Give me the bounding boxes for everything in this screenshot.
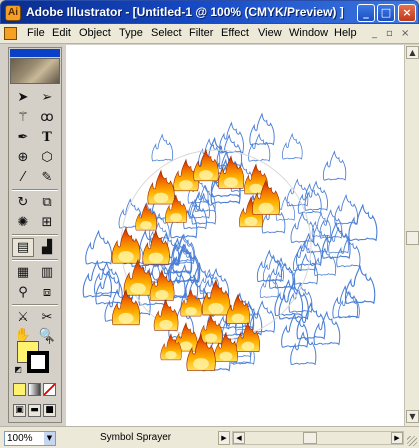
scroll-down-arrow-icon[interactable]: ▼ bbox=[406, 410, 419, 423]
fire-flame-symbol bbox=[111, 227, 141, 264]
gradient-icon[interactable]: ▥ bbox=[36, 263, 58, 282]
horizontal-scroll-thumb[interactable] bbox=[303, 432, 317, 444]
free-transform-icon[interactable]: ⊞ bbox=[36, 213, 58, 232]
close-button[interactable]: × bbox=[398, 4, 416, 22]
title-bar: Ai Adobe Illustrator - [Untitled-1 @ 100… bbox=[0, 0, 419, 24]
menu-file[interactable]: File bbox=[27, 27, 45, 39]
status-tool-name: Symbol Sprayer bbox=[100, 432, 172, 443]
line-segment-icon[interactable]: ⊕ bbox=[12, 148, 34, 167]
zoom-level-field[interactable]: 100% ▼ bbox=[4, 431, 56, 446]
status-menu-arrow-icon[interactable]: ▶ bbox=[218, 431, 230, 445]
scroll-left-arrow-icon[interactable]: ◀ bbox=[233, 432, 245, 444]
menu-type[interactable]: Type bbox=[119, 27, 143, 39]
toolbox-panel: ➤ ➢ ⚚ ꝏ ✒ T ⊕ ⬡ ⁄ ✎ ↻ ⧉ ✺ ⊞ ▤ ▟ ▦ ▥ ⚲ ⧈ … bbox=[8, 47, 62, 423]
resize-grip-icon[interactable] bbox=[407, 436, 417, 446]
window-title: Adobe Illustrator - [Untitled-1 @ 100% (… bbox=[26, 5, 344, 19]
rotate-icon[interactable]: ↻ bbox=[12, 193, 34, 212]
menu-view[interactable]: View bbox=[258, 27, 282, 39]
scale-icon[interactable]: ⧉ bbox=[36, 193, 58, 212]
document-restore-button[interactable]: ▫ bbox=[386, 28, 393, 39]
illustrator-app-icon[interactable]: Ai bbox=[5, 5, 21, 21]
ellipse-icon[interactable]: ⬡ bbox=[36, 148, 58, 167]
toolbox-divider bbox=[12, 304, 58, 306]
none-mode-icon[interactable] bbox=[43, 383, 56, 396]
outline-flame-symbol bbox=[82, 260, 113, 298]
column-graph-icon[interactable]: ▟ bbox=[36, 238, 58, 257]
outline-flame-symbol bbox=[85, 230, 113, 265]
outline-flame-symbol bbox=[304, 181, 328, 211]
document-minimize-button[interactable]: _ bbox=[372, 28, 377, 39]
scroll-up-arrow-icon[interactable]: ▲ bbox=[406, 46, 419, 59]
blend-icon[interactable]: ⧈ bbox=[36, 283, 58, 302]
menu-select[interactable]: Select bbox=[151, 27, 182, 39]
outline-flame-symbol bbox=[281, 313, 309, 348]
artboard[interactable] bbox=[66, 45, 404, 426]
vertical-scroll-thumb[interactable] bbox=[406, 231, 419, 245]
outline-flame-symbol bbox=[296, 302, 326, 340]
outline-flame-symbol bbox=[93, 262, 120, 295]
symbol-sprayer-icon[interactable]: ▤ bbox=[12, 238, 34, 257]
outline-flame-symbol bbox=[249, 113, 275, 146]
menu-edit[interactable]: Edit bbox=[52, 27, 71, 39]
mesh-icon[interactable]: ▦ bbox=[12, 263, 34, 282]
menu-filter[interactable]: Filter bbox=[189, 27, 213, 39]
fire-flame-symbol bbox=[225, 293, 251, 325]
full-screen-menu-mode-icon[interactable]: ▬ bbox=[28, 404, 41, 417]
eyedropper-icon[interactable]: ⚲ bbox=[12, 283, 34, 302]
outline-flame-symbol bbox=[344, 265, 376, 304]
status-bar: 100% ▼ Symbol Sprayer ▶ ◀ ▶ bbox=[0, 426, 419, 448]
toolbox-title-bar[interactable] bbox=[10, 49, 60, 57]
outline-flame-symbol bbox=[151, 134, 174, 162]
scissors-icon[interactable]: ✂ bbox=[36, 308, 58, 327]
slice-icon[interactable]: ⚔ bbox=[12, 308, 34, 327]
default-colors-icon[interactable]: ◩ bbox=[12, 364, 24, 376]
outline-flame-symbol bbox=[328, 227, 349, 254]
fire-flame-symbol bbox=[193, 149, 219, 182]
direct-select-arrow-icon[interactable]: ➢ bbox=[36, 88, 58, 107]
fire-flame-symbol bbox=[180, 289, 203, 317]
toolbox-banner-image bbox=[10, 58, 60, 84]
menu-effect[interactable]: Effect bbox=[221, 27, 249, 39]
symbol-instances-artwork[interactable] bbox=[66, 45, 404, 426]
magic-wand-icon[interactable]: ⚚ bbox=[12, 108, 34, 127]
type-icon[interactable]: T bbox=[36, 128, 58, 147]
paintbrush-icon[interactable]: ⁄ bbox=[12, 168, 34, 187]
fire-flame-symbol bbox=[135, 203, 158, 231]
gradient-mode-icon[interactable] bbox=[28, 383, 41, 396]
toolbox-divider bbox=[12, 259, 58, 261]
menu-window[interactable]: Window bbox=[289, 27, 328, 39]
fire-flame-symbol bbox=[217, 155, 245, 189]
warp-icon[interactable]: ✺ bbox=[12, 213, 34, 232]
minimize-button[interactable]: _ bbox=[357, 4, 375, 22]
menu-bar: File Edit Object Type Select Filter Effe… bbox=[0, 24, 419, 44]
toolbox-divider bbox=[12, 189, 58, 191]
swap-fill-stroke-icon[interactable]: ↰ bbox=[41, 336, 55, 348]
maximize-button[interactable]: □ bbox=[377, 4, 395, 22]
outline-flame-symbol bbox=[322, 151, 347, 181]
outline-flame-symbol bbox=[319, 209, 343, 239]
outline-flame-symbol bbox=[282, 133, 303, 160]
menu-help[interactable]: Help bbox=[334, 27, 357, 39]
fire-flame-symbol bbox=[153, 299, 179, 331]
toolbox-divider bbox=[12, 234, 58, 236]
document-menu-icon[interactable] bbox=[4, 27, 17, 40]
chevron-down-icon[interactable]: ▼ bbox=[44, 432, 55, 445]
pen-icon[interactable]: ✒ bbox=[12, 128, 34, 147]
pencil-icon[interactable]: ✎ bbox=[36, 168, 58, 187]
stroke-color-swatch[interactable] bbox=[27, 351, 49, 373]
menu-object[interactable]: Object bbox=[79, 27, 111, 39]
lasso-icon[interactable]: ꝏ bbox=[36, 108, 58, 127]
full-screen-mode-icon[interactable]: ■ bbox=[43, 404, 56, 417]
selection-arrow-icon[interactable]: ➤ bbox=[12, 88, 34, 107]
scroll-right-arrow-icon[interactable]: ▶ bbox=[391, 432, 403, 444]
standard-screen-mode-icon[interactable]: ▣ bbox=[13, 404, 26, 417]
fire-flame-symbol bbox=[199, 314, 223, 344]
vertical-scrollbar[interactable]: ▲ ▼ bbox=[404, 45, 419, 426]
color-mode-icon[interactable] bbox=[13, 383, 26, 396]
zoom-level-value: 100% bbox=[7, 433, 33, 444]
horizontal-scrollbar[interactable]: ◀ ▶ bbox=[232, 431, 404, 445]
document-close-button[interactable]: × bbox=[401, 28, 409, 39]
